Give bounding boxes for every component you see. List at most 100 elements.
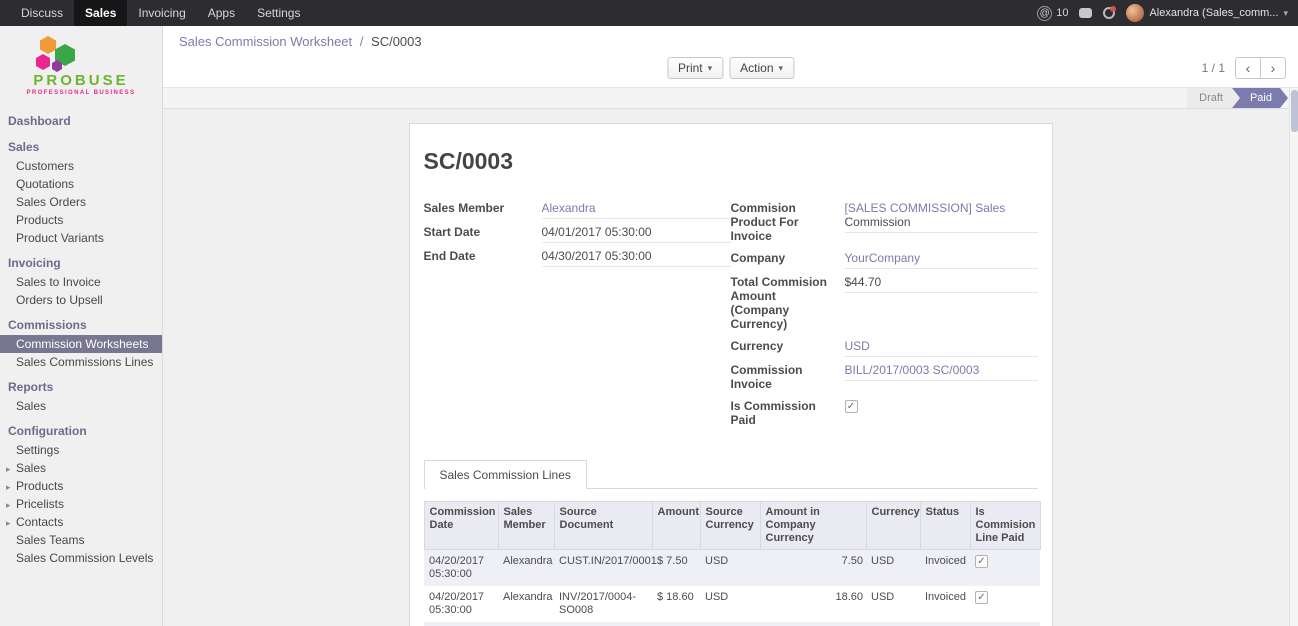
col-header-amount-company-currency[interactable]: Amount in Company Currency [760, 502, 866, 550]
tab-sales-commission-lines[interactable]: Sales Commission Lines [424, 460, 587, 489]
sidebar-section-reports[interactable]: Reports [0, 378, 162, 397]
col-header-source-document[interactable]: Source Document [554, 502, 652, 550]
field-label: Start Date [424, 223, 542, 241]
cell-status: Invoiced [920, 622, 970, 626]
company-link[interactable]: YourCompany [845, 251, 921, 265]
chevron-right-icon: ▸ [6, 516, 11, 530]
cell-commission-date: 04/20/2017 05:30:00 [424, 586, 498, 622]
sidebar-section-sales[interactable]: Sales [0, 138, 162, 157]
notebook-tabs: Sales Commission Lines [424, 459, 1038, 489]
cell-sales-member: Alexandra [498, 622, 554, 626]
cell-source-document: INV/2017/0004-SO008 [554, 586, 652, 622]
table-row[interactable]: 04/20/2017 10:35:53 Alexandra SO008 $ 18… [424, 622, 1040, 626]
cell-company-amount: 18.60 [760, 622, 866, 626]
sidebar-menu: Dashboard Sales Customers Quotations Sal… [0, 108, 162, 577]
sales-member-link[interactable]: Alexandra [542, 201, 596, 215]
cell-line-paid: ✓ [970, 622, 1040, 626]
topbar-menu-apps[interactable]: Apps [197, 0, 246, 26]
line-paid-checkbox: ✓ [975, 555, 988, 568]
topbar-menu-invoicing[interactable]: Invoicing [127, 0, 196, 26]
table-row[interactable]: 04/20/2017 05:30:00 Alexandra CUST.IN/20… [424, 550, 1040, 587]
cell-sales-member: Alexandra [498, 550, 554, 587]
currency-link[interactable]: USD [845, 339, 870, 353]
sidebar-item-products[interactable]: Products [0, 211, 162, 229]
table-header-row: Commission Date Sales Member Source Docu… [424, 502, 1040, 550]
sidebar-item-orders-to-upsell[interactable]: Orders to Upsell [0, 291, 162, 309]
sidebar-item-pricelists[interactable]: ▸Pricelists [0, 495, 162, 513]
status-step-paid[interactable]: Paid [1232, 88, 1288, 108]
sidebar-item-config-sales[interactable]: ▸Sales [0, 459, 162, 477]
col-header-source-currency[interactable]: Source Currency [700, 502, 760, 550]
sidebar-item-reports-sales[interactable]: Sales [0, 397, 162, 415]
messages-button[interactable] [1079, 8, 1092, 18]
pager-previous-button[interactable]: ‹ [1235, 57, 1261, 79]
cell-source-currency: USD [700, 622, 760, 626]
field-sales-member: Sales Member Alexandra [424, 199, 731, 219]
status-step-draft[interactable]: Draft [1187, 88, 1239, 108]
logo-subtitle: PROFESSIONAL BUSINESS [0, 90, 162, 96]
caret-down-icon: ▾ [708, 63, 713, 74]
check-icon: ✓ [977, 556, 985, 567]
is-commission-paid-checkbox: ✓ [845, 400, 858, 413]
sidebar-item-sales-orders[interactable]: Sales Orders [0, 193, 162, 211]
col-header-sales-member[interactable]: Sales Member [498, 502, 554, 550]
field-total-commission: Total Commision Amount (Company Currency… [731, 273, 1038, 333]
topbar-menu-settings[interactable]: Settings [246, 0, 311, 26]
action-button[interactable]: Action ▾ [729, 57, 794, 79]
topbar-menu-discuss[interactable]: Discuss [10, 0, 74, 26]
cell-commission-date: 04/20/2017 10:35:53 [424, 622, 498, 626]
cell-amount: $ 7.50 [652, 550, 700, 587]
pager-next-button[interactable]: › [1260, 57, 1286, 79]
sidebar-item-sales-teams[interactable]: Sales Teams [0, 531, 162, 549]
sidebar-section-dashboard[interactable]: Dashboard [0, 112, 162, 131]
field-end-date: End Date 04/30/2017 05:30:00 [424, 247, 731, 267]
col-header-currency[interactable]: Currency [866, 502, 920, 550]
table-row[interactable]: 04/20/2017 05:30:00 Alexandra INV/2017/0… [424, 586, 1040, 622]
notifications-button[interactable] [1103, 7, 1115, 19]
vertical-scrollbar[interactable] [1289, 88, 1298, 626]
topbar-menu-sales[interactable]: Sales [74, 0, 127, 26]
print-button[interactable]: Print ▾ [667, 57, 723, 79]
cell-line-paid: ✓ [970, 550, 1040, 587]
user-menu[interactable]: Alexandra (Sales_comm... ▾ [1126, 4, 1288, 22]
sidebar-item-customers[interactable]: Customers [0, 157, 162, 175]
sidebar-section-invoicing[interactable]: Invoicing [0, 254, 162, 273]
breadcrumb-parent-link[interactable]: Sales Commission Worksheet [179, 34, 352, 49]
commission-invoice-link[interactable]: BILL/2017/0003 SC/0003 [845, 363, 980, 377]
user-avatar [1126, 4, 1144, 22]
sidebar-item-quotations[interactable]: Quotations [0, 175, 162, 193]
sidebar-section-commissions[interactable]: Commissions [0, 316, 162, 335]
notifications-icon [1103, 7, 1115, 19]
scrollbar-thumb[interactable] [1291, 90, 1298, 132]
sidebar-section-configuration[interactable]: Configuration [0, 422, 162, 441]
cell-amount: $ 18.60 [652, 622, 700, 626]
col-header-commission-date[interactable]: Commission Date [424, 502, 498, 550]
sidebar-item-product-variants[interactable]: Product Variants [0, 229, 162, 247]
sidebar-item-sales-commissions-lines[interactable]: Sales Commissions Lines [0, 353, 162, 371]
commission-product-rest: Commission [845, 215, 911, 229]
sidebar-item-commission-worksheets[interactable]: Commission Worksheets [0, 335, 162, 353]
sidebar-item-contacts[interactable]: ▸Contacts [0, 513, 162, 531]
cell-company-amount: 7.50 [760, 550, 866, 587]
logo-title: PROBUSE [0, 72, 162, 89]
chevron-right-icon: ▸ [6, 462, 11, 476]
caret-down-icon: ▾ [779, 63, 784, 74]
col-header-amount[interactable]: Amount [652, 502, 700, 550]
check-icon: ✓ [847, 401, 855, 412]
breadcrumb-separator: / [360, 34, 364, 49]
field-value: BILL/2017/0003 SC/0003 [845, 361, 1038, 381]
cell-status: Invoiced [920, 550, 970, 587]
sidebar-item-sales-to-invoice[interactable]: Sales to Invoice [0, 273, 162, 291]
cell-amount: $ 18.60 [652, 586, 700, 622]
col-header-status[interactable]: Status [920, 502, 970, 550]
sidebar-item-label: Pricelists [16, 497, 64, 511]
sidebar-item-config-products[interactable]: ▸Products [0, 477, 162, 495]
field-currency: Currency USD [731, 337, 1038, 357]
activities-button[interactable]: @ 10 [1037, 6, 1068, 21]
sidebar-item-settings[interactable]: Settings [0, 441, 162, 459]
commission-product-link[interactable]: [SALES COMMISSION] Sales [845, 201, 1006, 215]
col-header-is-commision-line-paid[interactable]: Is Commision Line Paid [970, 502, 1040, 550]
field-company: Company YourCompany [731, 249, 1038, 269]
sidebar-item-sales-commission-levels[interactable]: Sales Commission Levels [0, 549, 162, 567]
breadcrumb: Sales Commission Worksheet / SC/0003 [179, 34, 422, 49]
